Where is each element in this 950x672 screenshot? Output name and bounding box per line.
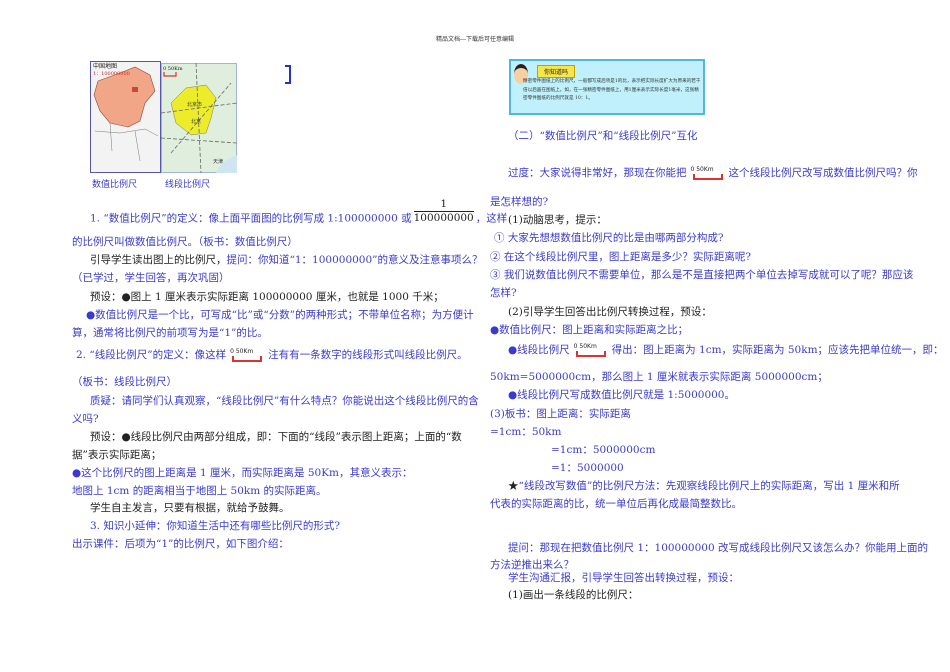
line-scale-icon: 0 50Km [230,348,264,362]
info-card-text: 精密零件图纸上的比例尺，一般都写成后项是1的比，表示把实际长度扩大为原来的若干倍… [523,79,701,101]
caption-line-scale: 线段比例尺 [165,180,211,190]
star-icon: ★ [508,480,519,492]
paragraph-line: 提问：那现在把数值比例尺 1：100000000 改写成线段比例尺又该怎么办？你… [508,542,928,554]
text: 预设： [90,291,122,303]
text: 这个线段比例尺改写成数值比例尺吗？你 [728,167,918,179]
text: 预设： [90,431,122,443]
paragraph-line: 方法逆推出来么？ [490,559,574,571]
paragraph-line: (1)动脑思考，提示： [508,214,607,226]
text: ●图上 1 厘米表示实际距离 100000000 厘米，也就是 1000 千米； [121,291,444,303]
beijing-label: 北京 [191,118,201,125]
text: ，这样 [475,212,508,225]
line-scale-icon: 0 50Km [574,343,608,357]
paragraph-line: ① 大家先想想数值比例尺的比是由哪两部分构成? [494,232,724,244]
text: 2. “线段比例尺”的定义：像这样 [76,349,227,361]
paragraph-line: 质疑：请同学们认真观察，“线段比例尺”有什么特点？你能说出这个线段比例尺的含 [90,395,479,407]
paragraph-line: 学生自主发言，只要有根据，就给予鼓舞。 [90,502,290,514]
map-scale-bar-label: 0 50Km [163,66,183,72]
tianjin-label: 天津 [213,158,223,165]
paragraph-line: 怎样? [490,287,517,299]
beijing-map-image: 0 50Km 北京市 北京 天津 [161,63,237,173]
text: 引导学生读出图上的比例尺， [90,254,227,266]
paragraph-line: ●线段比例尺 0 50Km 得出：图上距离为 1cm，实际距离为 50km；应该先把… [508,343,944,357]
info-card: 你知道吗 精密零件图纸上的比例尺，一般都写成后项是1的比，表示把实际长度扩大为原… [509,59,705,115]
line-scale-icon: 0 50Km [691,166,725,180]
paragraph-line: 1. “数值比例尺”的定义：像上面平面图的比例写成 1:100000000 或1… [90,198,508,232]
paragraph-line: 的比例尺叫做数值比例尺。（板书：数值比例尺） [72,236,298,248]
text: 提问：你知道“1：100000000”的意义及注意事项么？ [226,254,483,266]
document-page: 精品文档---下载后可任意编辑 中国地图 1：100000000 0 50Km … [0,0,950,672]
paragraph-line: (1)画出一条线段的比例尺： [508,589,639,601]
beijing-city-label: 北京市 [187,101,202,108]
paragraph-line: ●线段比例尺写成数值比例尺就是 1:5000000。 [508,389,735,401]
section-heading: （二）“数值比例尺”和“线段比例尺”互化 [508,130,698,142]
paragraph-line: 50km=5000000cm，那么图上 1 厘米就表示实际距离 5000000c… [490,371,828,383]
caption-numeric-scale: 数值比例尺 [92,180,138,190]
paragraph-line: ●数值比例尺是一个比，可写成“比”或“分数”的两种形式；不带单位名称；为方便计 [86,309,474,321]
text: 得出：图上距离为 1cm，实际距离为 50km；应该先把单位统一，即： [611,344,944,356]
paragraph-line: =1cm：50km [490,426,562,438]
paragraph-line: ② 在这个线段比例尺里，图上距离是多少？实际距离呢? [490,251,751,263]
paragraph-line: =1cm：5000000cm [551,444,656,456]
paragraph-line: 地图上 1cm 的距离相当于地图上 50km 的实际距离。 [72,485,327,497]
paragraph-line: 预设：●线段比例尺由两部分组成，即：下面的“线段”表示图上距离；上面的“数 [90,430,462,444]
paragraph-line: （已学过，学生回答，再次巩固） [72,272,230,284]
paragraph-line: 代表的实际距离的比，统一单位后再化成最简整数比。 [490,498,742,510]
page-header: 精品文档---下载后可任意编辑 [435,36,515,43]
fraction-numerator: 1 [440,198,448,210]
bracket-mark [285,65,291,84]
paragraph-line: 预设：●图上 1 厘米表示实际距离 100000000 厘米，也就是 1000 … [90,290,444,304]
paragraph-line: 算，通常将比例尺的前项写为是“1”的比。 [72,327,268,339]
paragraph-line: 出示课件：后项为“1”的比例尺，如下图介绍： [72,538,289,550]
paragraph-line: 义吗? [72,413,99,425]
china-map-image: 中国地图 1：100000000 [90,61,161,173]
info-card-tag: 你知道吗 [537,65,576,78]
paragraph-line: ③ 我们说数值比例尺不需要单位，那么是不是直接把两个单位去掉写成就可以了呢？那应… [490,269,914,281]
paragraph-line: ●数值比例尺：图上距离和实际距离之比； [490,324,689,336]
paragraph-line: 3. 知识小延伸：你知道生活中还有哪些比例尺的形式? [90,520,340,532]
fraction-denominator: 100000000 [413,211,474,224]
china-map-title: 中国地图 [93,62,117,70]
paragraph-line: ●这个比例尺的图上距离是 1 厘米，而实际距离是 50Km，其意义表示： [72,467,413,479]
text: 注有有一条数字的线段形式叫线段比例尺。 [268,349,468,361]
fraction: 1 100000000 [413,198,474,225]
paragraph-line: 过度：大家说得非常好，那现在你能把 0 50Km 这个线段比例尺改写成数值比例尺吗？… [508,166,918,180]
paragraph-line: 2. “线段比例尺”的定义：像这样 0 50Km 注有有一条数字的线段形式叫线段比例… [76,348,468,362]
text: ●线段比例尺 [508,344,570,356]
text: 过度：大家说得非常好，那现在你能把 [508,167,687,179]
text: 1. “数值比例尺”的定义：像上面平面图的比例写成 1:100000000 或 [90,212,412,225]
text: “线段改写数值”的比例尺方法：先观察线段比例尺上的实际距离，写出 1 厘米和所 [518,480,900,492]
text: ●线段比例尺由两部分组成，即：下面的“线段”表示图上距离；上面的“数 [121,431,462,443]
paragraph-line: 学生沟通汇报，引导学生回答出转换过程，预设： [508,572,739,584]
paragraph-line: 据”表示实际距离； [72,449,162,461]
paragraph-line: 是怎样想的? [490,196,549,208]
china-map-scale: 1：100000000 [93,71,130,77]
paragraph-line: ★“线段改写数值”的比例尺方法：先观察线段比例尺上的实际距离，写出 1 厘米和所 [508,479,900,493]
paragraph-line: 引导学生读出图上的比例尺，提问：你知道“1：100000000”的意义及注意事项… [90,253,483,267]
paragraph-line: (2)引导学生回答出比例尺转换过程，预设： [508,306,712,318]
paragraph-line: =1：5000000 [551,462,624,474]
paragraph-line: （板书：线段比例尺） [72,376,177,388]
paragraph-line: (3)板书：图上距离：实际距离 [490,408,631,420]
